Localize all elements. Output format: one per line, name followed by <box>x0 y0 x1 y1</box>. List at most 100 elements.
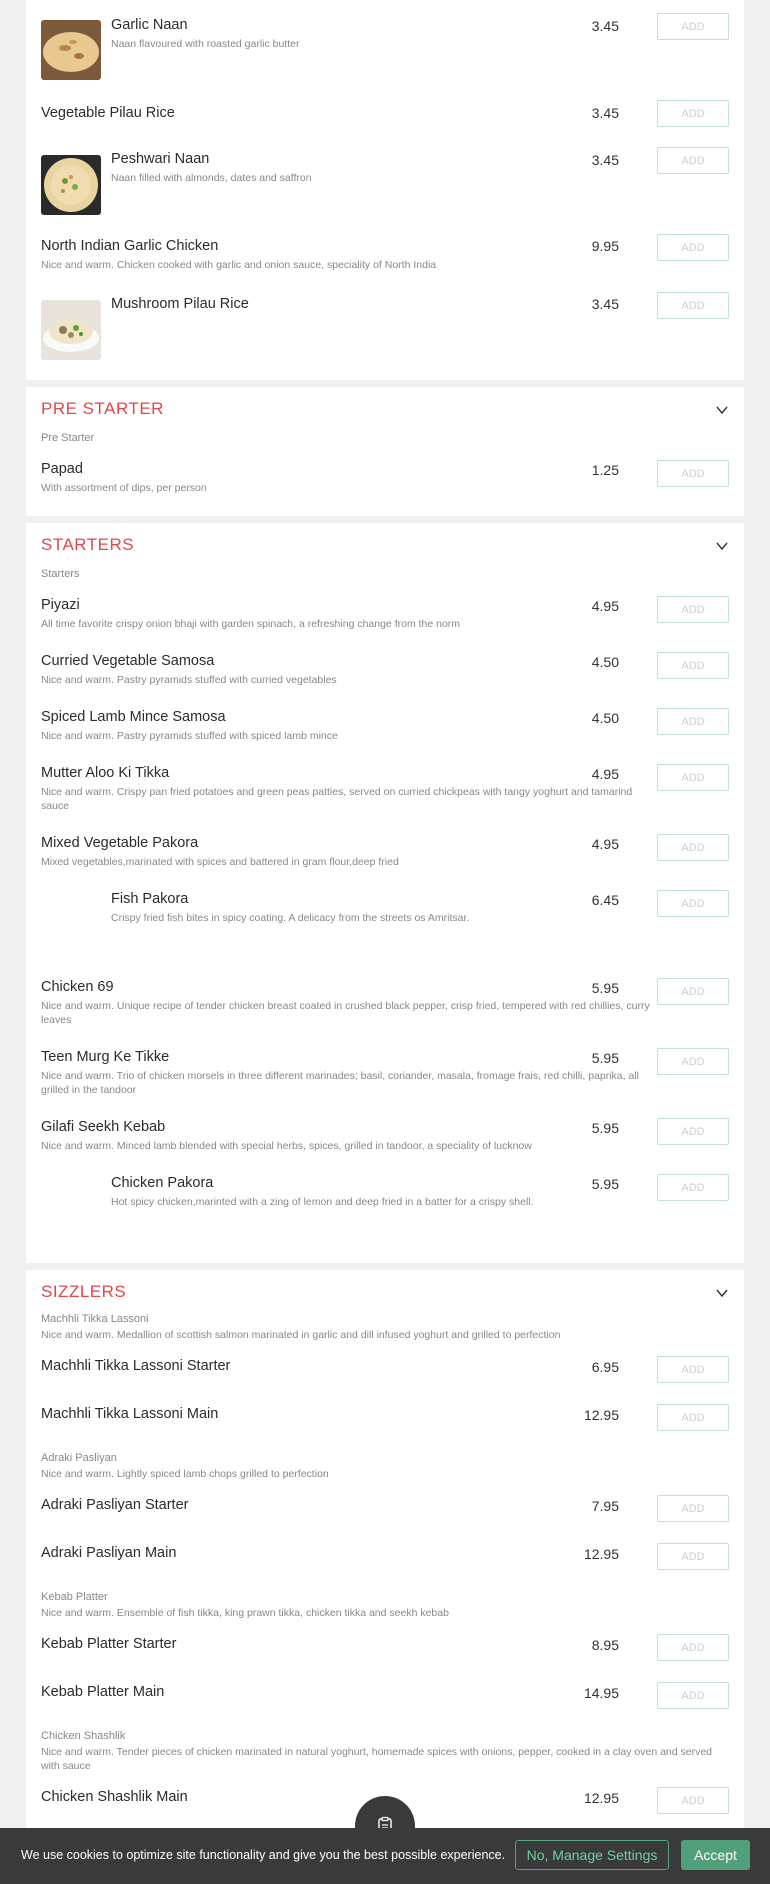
item-desc: Mixed vegetables,marinated with spices a… <box>41 856 399 868</box>
item-name: Machhli Tikka Lassoni Main <box>41 1406 219 1422</box>
sizzlers-section: SIZZLERS Machhli Tikka Lassoni Nice and … <box>26 1270 744 1884</box>
group-name: Adraki Pasliyan <box>41 1452 117 1464</box>
add-button[interactable]: ADD <box>657 1682 729 1709</box>
add-button[interactable]: ADD <box>657 652 729 679</box>
add-button[interactable]: ADD <box>657 1787 729 1814</box>
category-title: PRE STARTER <box>41 399 164 418</box>
category-subtitle: Starters <box>41 568 80 580</box>
item-name: Garlic Naan <box>111 17 188 33</box>
item-price: 4.95 <box>591 836 619 852</box>
item-name: Curried Vegetable Samosa <box>41 653 215 669</box>
item-price: 1.25 <box>591 462 619 478</box>
group-desc: Nice and warm. Ensemble of fish tikka, k… <box>41 1607 449 1619</box>
cookie-message: We use cookies to optimize site function… <box>21 1848 506 1862</box>
add-button[interactable]: ADD <box>657 834 729 861</box>
add-button[interactable]: ADD <box>657 708 729 735</box>
item-desc: With assortment of dips, per person <box>41 482 207 494</box>
item-desc: All time favorite crispy onion bhaji wit… <box>41 618 461 630</box>
item-price: 12.95 <box>583 1407 619 1423</box>
item-desc: Hot spicy chicken,marinted with a zing o… <box>111 1196 534 1208</box>
item-name: Chicken Pakora <box>111 1175 214 1191</box>
item-price: 5.95 <box>591 1176 619 1192</box>
item-price: 3.45 <box>591 105 619 121</box>
item-price: 4.50 <box>591 654 619 670</box>
item-price: 3.45 <box>591 152 619 168</box>
item-name: Kebab Platter Starter <box>41 1636 177 1652</box>
item-name: Fish Pakora <box>111 891 189 907</box>
add-button[interactable]: ADD <box>657 596 729 623</box>
item-price: 5.95 <box>591 1050 619 1066</box>
group-desc: Nice and warm. Tender pieces of chicken … <box>41 1746 713 1772</box>
item-desc: Nice and warm. Crispy pan fried potatoes… <box>41 786 633 812</box>
item-price: 3.45 <box>591 296 619 312</box>
item-name: Spiced Lamb Mince Samosa <box>41 709 226 725</box>
add-button[interactable]: ADD <box>657 13 729 40</box>
item-name: North Indian Garlic Chicken <box>41 238 219 254</box>
item-price: 8.95 <box>591 1637 619 1653</box>
add-button[interactable]: ADD <box>657 1543 729 1570</box>
chevron-down-icon[interactable] <box>715 539 729 553</box>
item-price: 4.50 <box>591 710 619 726</box>
add-button[interactable]: ADD <box>657 100 729 127</box>
item-name: Gilafi Seekh Kebab <box>41 1119 166 1135</box>
item-price: 6.45 <box>591 892 619 908</box>
item-price: 6.95 <box>591 1359 619 1375</box>
item-name: Kebab Platter Main <box>41 1684 165 1700</box>
item-price: 4.95 <box>591 598 619 614</box>
category-subtitle: Pre Starter <box>41 432 95 444</box>
mushroom-pilau-rice-image <box>41 300 101 360</box>
add-button[interactable]: ADD <box>657 1634 729 1661</box>
cookie-banner: We use cookies to optimize site function… <box>0 1828 770 1884</box>
item-price: 14.95 <box>583 1685 619 1701</box>
item-desc: Nice and warm. Pastry pyramids stuffed w… <box>41 674 337 686</box>
group-desc: Nice and warm. Medallion of scottish sal… <box>41 1329 561 1341</box>
item-name: Mixed Vegetable Pakora <box>41 835 199 851</box>
item-price: 4.95 <box>591 766 619 782</box>
add-button[interactable]: ADD <box>657 1404 729 1431</box>
add-button[interactable]: ADD <box>657 234 729 261</box>
chevron-down-icon[interactable] <box>715 403 729 417</box>
pre-starter-section: PRE STARTER Pre Starter Papad With assor… <box>26 387 744 516</box>
item-price: 3.45 <box>591 18 619 34</box>
add-button[interactable]: ADD <box>657 764 729 791</box>
item-name: Chicken Shashlik Main <box>41 1789 188 1805</box>
add-button[interactable]: ADD <box>657 1118 729 1145</box>
add-button[interactable]: ADD <box>657 1356 729 1383</box>
add-button[interactable]: ADD <box>657 978 729 1005</box>
item-desc: Nice and warm. Pastry pyramids stuffed w… <box>41 730 338 742</box>
item-desc: Crispy fried fish bites in spicy coating… <box>111 912 470 924</box>
item-desc: Naan flavoured with roasted garlic butte… <box>111 38 300 50</box>
item-desc: Nice and warm. Trio of chicken morsels i… <box>41 1070 639 1096</box>
item-price: 9.95 <box>591 238 619 254</box>
add-button[interactable]: ADD <box>657 890 729 917</box>
category-title: STARTERS <box>41 535 135 554</box>
add-button[interactable]: ADD <box>657 1495 729 1522</box>
accept-button[interactable]: Accept <box>681 1840 750 1870</box>
item-price: 12.95 <box>583 1546 619 1562</box>
peshwari-naan-image <box>41 155 101 215</box>
garlic-naan-image <box>41 20 101 80</box>
add-button[interactable]: ADD <box>657 147 729 174</box>
item-name: Adraki Pasliyan Main <box>41 1545 177 1561</box>
chevron-down-icon[interactable] <box>715 1286 729 1300</box>
item-name: Papad <box>41 461 83 477</box>
item-name: Peshwari Naan <box>111 151 210 167</box>
add-button[interactable]: ADD <box>657 1048 729 1075</box>
item-name: Mushroom Pilau Rice <box>111 296 249 312</box>
add-button[interactable]: ADD <box>657 292 729 319</box>
category-title: SIZZLERS <box>41 1282 127 1301</box>
starters-section: STARTERS Starters Piyazi All time favori… <box>26 523 744 1263</box>
add-button[interactable]: ADD <box>657 460 729 487</box>
item-name: Adraki Pasliyan Starter <box>41 1497 189 1513</box>
item-price: 5.95 <box>591 1120 619 1136</box>
add-button[interactable]: ADD <box>657 1174 729 1201</box>
item-name: Teen Murg Ke Tikke <box>41 1049 170 1065</box>
item-desc: Nice and warm. Unique recipe of tender c… <box>41 1000 650 1026</box>
manage-settings-button[interactable]: No, Manage Settings <box>515 1840 669 1870</box>
item-desc: Naan filled with almonds, dates and saff… <box>111 172 312 184</box>
group-name: Chicken Shashlik <box>41 1730 126 1742</box>
item-name: Piyazi <box>41 597 80 613</box>
item-name: Machhli Tikka Lassoni Starter <box>41 1358 231 1374</box>
group-name: Machhli Tikka Lassoni <box>41 1313 149 1325</box>
item-name: Chicken 69 <box>41 979 114 995</box>
